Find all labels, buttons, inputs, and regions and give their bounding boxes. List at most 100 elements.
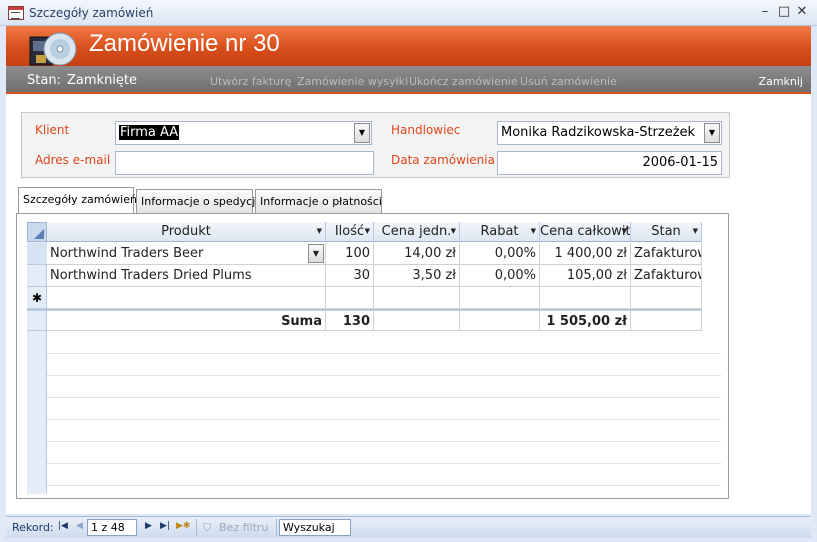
- row-selector[interactable]: [27, 243, 47, 265]
- maximize-button[interactable]: □: [775, 3, 793, 21]
- order-disc-icon: [29, 32, 77, 66]
- column-header-total-price[interactable]: Cena całkowita ▼: [540, 222, 631, 242]
- complete-order-button[interactable]: Ukończ zamówienie: [409, 75, 518, 88]
- first-record-icon[interactable]: |◀: [58, 521, 68, 531]
- order-lines-datasheet: Produkt ▼ Ilość ▼ Cena jedn. ▼ Rabat ▼ Cena …: [27, 222, 721, 494]
- gridline: [47, 485, 721, 486]
- product-value: Northwind Traders Beer: [50, 246, 204, 261]
- gridline: [47, 441, 721, 442]
- gridline: [47, 463, 721, 464]
- new-quantity-cell[interactable]: [326, 287, 374, 309]
- sort-arrow-icon[interactable]: ▼: [451, 222, 456, 241]
- status-bar: Stan: Zamknięte Utwórz fakturę Zamówieni…: [6, 66, 811, 94]
- product-dropdown-arrow-icon[interactable]: ▼: [308, 244, 324, 263]
- column-header-status[interactable]: Stan ▼: [631, 222, 702, 242]
- sort-arrow-icon[interactable]: ▼: [317, 222, 322, 241]
- new-record-icon[interactable]: ▶✱: [176, 521, 190, 531]
- total-price-cell[interactable]: 105,00 zł: [540, 265, 631, 287]
- client-value: Firma AA: [119, 125, 180, 140]
- new-total-price-cell[interactable]: [540, 287, 631, 309]
- create-invoice-button[interactable]: Utwórz fakturę: [210, 75, 291, 88]
- new-unit-price-cell[interactable]: [374, 287, 460, 309]
- totals-total-price: 1 505,00 zł: [540, 309, 631, 331]
- gridline: [47, 375, 721, 376]
- column-label: Stan: [651, 224, 681, 239]
- sort-arrow-icon[interactable]: ▼: [693, 222, 698, 241]
- close-window-button[interactable]: ✕: [793, 3, 811, 21]
- total-price-cell[interactable]: 1 400,00 zł: [540, 243, 631, 265]
- record-position-field[interactable]: 1 z 48: [87, 519, 137, 536]
- order-details-panel: Produkt ▼ Ilość ▼ Cena jedn. ▼ Rabat ▼ Cena …: [16, 213, 729, 499]
- column-header-product[interactable]: Produkt ▼: [47, 222, 326, 242]
- separator: [276, 519, 277, 536]
- next-record-icon[interactable]: ▶: [145, 521, 152, 531]
- column-header-discount[interactable]: Rabat ▼: [460, 222, 540, 242]
- last-record-icon[interactable]: ▶|: [160, 521, 170, 531]
- new-status-cell[interactable]: [631, 287, 702, 309]
- quantity-cell[interactable]: 100: [326, 243, 374, 265]
- product-cell[interactable]: Northwind Traders Beer ▼: [47, 243, 326, 265]
- window-titlebar: Szczegóły zamówień – □ ✕: [0, 0, 817, 26]
- email-field[interactable]: [115, 151, 374, 175]
- quantity-cell[interactable]: 30: [326, 265, 374, 287]
- select-all-corner[interactable]: [27, 222, 47, 242]
- column-label: Cena jedn.: [381, 224, 452, 239]
- search-input[interactable]: Wyszukaj: [279, 519, 351, 536]
- form-header: Zamówienie nr 30: [6, 26, 811, 66]
- previous-record-icon[interactable]: ◀: [76, 521, 83, 531]
- gridline: [47, 397, 721, 398]
- sort-arrow-icon[interactable]: ▼: [365, 222, 370, 241]
- form-icon: [8, 6, 24, 20]
- salesperson-combobox[interactable]: Monika Radzikowska-Strzeżek ▼: [497, 121, 722, 145]
- totals-quantity: 130: [326, 309, 374, 331]
- status-label: Stan:: [27, 73, 61, 88]
- filter-icon: ⛉: [203, 521, 212, 534]
- order-date-label: Data zamówienia: [391, 153, 495, 167]
- client-dropdown-arrow-icon[interactable]: ▼: [354, 123, 370, 143]
- new-discount-cell[interactable]: [460, 287, 540, 309]
- row-selector[interactable]: [27, 265, 47, 287]
- gridline: [47, 353, 721, 354]
- discount-cell[interactable]: 0,00%: [460, 265, 540, 287]
- sort-arrow-icon[interactable]: ▼: [622, 222, 627, 241]
- tab-payment-info[interactable]: Informacje o płatności: [255, 189, 382, 213]
- client-label: Klient: [35, 123, 70, 137]
- unit-price-cell[interactable]: 14,00 zł: [374, 243, 460, 265]
- sort-arrow-icon[interactable]: ▼: [531, 222, 536, 241]
- totals-discount: [460, 309, 540, 331]
- status-value: Zamknięte: [67, 73, 138, 88]
- salesperson-label: Handlowiec: [391, 123, 461, 137]
- new-record-marker-icon[interactable]: ✱: [27, 287, 47, 309]
- status-cell[interactable]: Zafakturowane: [631, 243, 702, 265]
- column-label: Rabat: [480, 224, 519, 239]
- column-label: Produkt: [161, 224, 211, 239]
- unit-price-cell[interactable]: 3,50 zł: [374, 265, 460, 287]
- form-body: Klient Firma AA ▼ Adres e-mail Handlowie…: [6, 94, 811, 514]
- salesperson-value: Monika Radzikowska-Strzeżek: [501, 125, 696, 140]
- record-label: Rekord:: [12, 521, 54, 534]
- new-product-cell[interactable]: [47, 287, 326, 309]
- totals-label: Suma: [47, 309, 326, 331]
- salesperson-dropdown-arrow-icon[interactable]: ▼: [704, 123, 720, 143]
- no-filter-button[interactable]: Bez filtru: [219, 521, 268, 534]
- product-cell[interactable]: Northwind Traders Dried Plums: [47, 265, 326, 287]
- minimize-button[interactable]: –: [756, 3, 774, 21]
- gridline: [47, 419, 721, 420]
- ship-order-button[interactable]: Zamówienie wysyłki: [297, 75, 408, 88]
- status-cell[interactable]: Zafakturowane: [631, 265, 702, 287]
- order-title: Zamówienie nr 30: [89, 30, 280, 57]
- close-form-button[interactable]: Zamknij: [759, 75, 803, 88]
- order-date-field[interactable]: 2006-01-15: [497, 151, 722, 175]
- column-header-quantity[interactable]: Ilość ▼: [326, 222, 374, 242]
- column-label: Cena całkowita: [540, 224, 631, 239]
- discount-cell[interactable]: 0,00%: [460, 243, 540, 265]
- tab-order-details[interactable]: Szczegóły zamówień: [18, 187, 137, 214]
- column-label: Ilość: [334, 224, 365, 239]
- delete-order-button[interactable]: Usuń zamówienie: [520, 75, 617, 88]
- client-combobox[interactable]: Firma AA ▼: [115, 121, 372, 145]
- tab-shipping-info[interactable]: Informacje o spedycji: [136, 189, 258, 213]
- window-title: Szczegóły zamówień: [29, 6, 154, 20]
- totals-row-selector: [27, 309, 47, 331]
- column-header-unit-price[interactable]: Cena jedn. ▼: [374, 222, 460, 242]
- order-info-box: Klient Firma AA ▼ Adres e-mail Handlowie…: [21, 112, 730, 178]
